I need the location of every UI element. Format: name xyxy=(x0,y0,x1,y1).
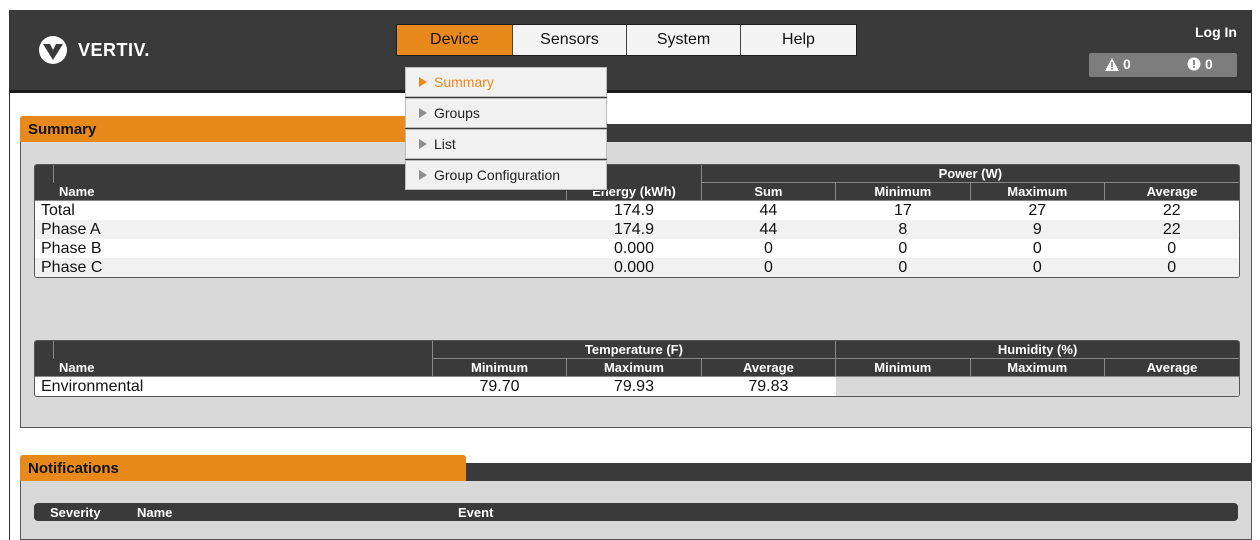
menu-item-label: Groups xyxy=(434,105,480,121)
menu-item-groups[interactable]: Groups xyxy=(405,98,607,128)
col-humidity-minimum: Minimum xyxy=(835,358,971,377)
table-row: Phase A 174.9 44 8 9 22 xyxy=(35,220,1239,239)
warning-alarm[interactable]: 0 xyxy=(1105,56,1131,72)
col-severity: Severity xyxy=(50,505,101,520)
arrow-right-icon xyxy=(419,108,427,118)
critical-count: 0 xyxy=(1205,56,1213,72)
vertiv-logo[interactable]: VERTIV. xyxy=(36,35,150,65)
env-blank-header xyxy=(52,341,433,359)
tab-device[interactable]: Device xyxy=(397,25,513,55)
menu-item-group-configuration[interactable]: Group Configuration xyxy=(405,160,607,190)
table-row: Phase C 0.000 0 0 0 0 xyxy=(35,258,1239,277)
main-nav: Device Sensors System Help xyxy=(396,24,857,56)
tab-system[interactable]: System xyxy=(627,25,741,55)
col-humidity-maximum: Maximum xyxy=(969,358,1105,377)
col-average: Average xyxy=(1104,182,1239,201)
warning-icon xyxy=(1105,57,1119,71)
menu-item-list[interactable]: List xyxy=(405,129,607,159)
tab-help[interactable]: Help xyxy=(741,25,856,55)
notifications-title: Notifications xyxy=(20,455,466,481)
col-temp-average: Average xyxy=(700,358,836,377)
col-name: Name xyxy=(53,358,433,377)
arrow-right-icon xyxy=(419,139,427,149)
environment-table: Temperature (F) Humidity (%) Name Minimu… xyxy=(34,340,1240,397)
power-group-header: Power (W) xyxy=(700,165,1239,183)
menu-item-label: Summary xyxy=(434,74,494,90)
temperature-group-header: Temperature (F) xyxy=(431,341,836,359)
humidity-empty-cell xyxy=(835,376,1239,396)
device-dropdown-menu: Summary Groups List Group Configuration xyxy=(405,66,607,191)
arrow-right-icon xyxy=(419,170,427,180)
alarm-status[interactable]: 0 0 xyxy=(1089,53,1237,77)
col-humidity-average: Average xyxy=(1103,358,1239,377)
summary-panel-header: Summary xyxy=(20,116,1252,142)
notifications-header-bar xyxy=(466,463,1252,481)
row-stub-header xyxy=(35,341,54,377)
arrow-right-icon xyxy=(419,77,427,87)
menu-item-summary[interactable]: Summary xyxy=(405,67,607,97)
warning-count: 0 xyxy=(1123,56,1131,72)
menu-item-label: Group Configuration xyxy=(434,167,561,183)
col-event: Event xyxy=(458,505,494,520)
menu-item-label: List xyxy=(434,136,456,152)
table-row: Phase B 0.000 0 0 0 0 xyxy=(41,239,1177,257)
logo-text: VERTIV. xyxy=(78,39,150,60)
row-stub-header xyxy=(35,165,54,201)
summary-title: Summary xyxy=(20,116,468,142)
login-link[interactable]: Log In xyxy=(1195,24,1237,40)
notifications-panel-header: Notifications xyxy=(20,455,1252,481)
col-minimum: Minimum xyxy=(835,182,971,201)
col-name: Name xyxy=(137,505,173,520)
col-temp-maximum: Maximum xyxy=(566,358,702,377)
critical-icon xyxy=(1187,57,1201,71)
humidity-group-header: Humidity (%) xyxy=(835,341,1239,359)
table-row: Environmental 79.70 79.93 79.83 xyxy=(35,376,1239,396)
col-sum: Sum xyxy=(700,182,836,201)
vertiv-logo-icon xyxy=(39,36,67,64)
notifications-table-header: Severity Name Event xyxy=(34,503,1238,521)
tab-sensors[interactable]: Sensors xyxy=(513,25,627,55)
table-row: Total 174.9 44 17 27 22 xyxy=(41,201,1181,219)
col-temp-minimum: Minimum xyxy=(431,358,567,377)
power-table: Power (W) Name Energy (kWh) Sum Minimum … xyxy=(34,164,1240,278)
col-maximum: Maximum xyxy=(969,182,1105,201)
critical-alarm[interactable]: 0 xyxy=(1187,56,1213,72)
